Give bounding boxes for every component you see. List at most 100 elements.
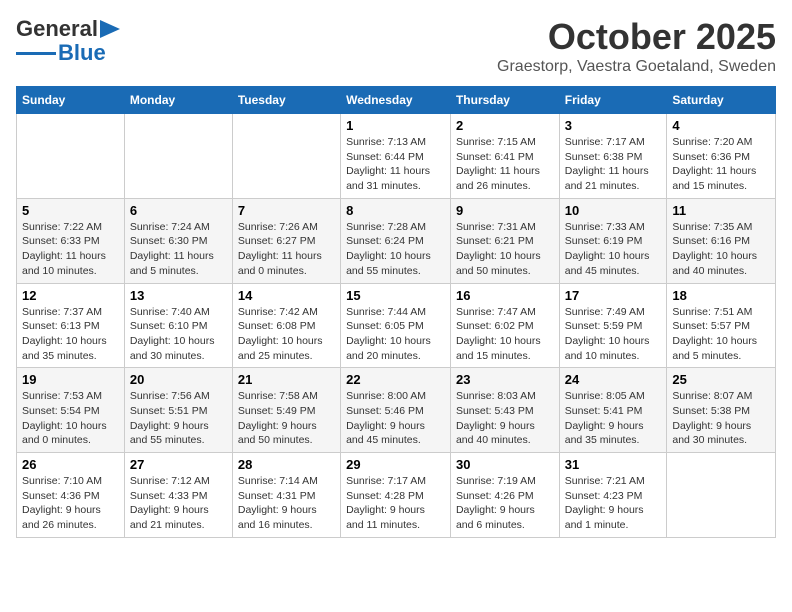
header-monday: Monday <box>124 87 232 114</box>
day-number: 27 <box>130 457 227 472</box>
calendar-cell: 25 Sunrise: 8:07 AM Sunset: 5:38 PM Dayli… <box>667 368 776 453</box>
day-number: 9 <box>456 203 554 218</box>
day-info: Sunrise: 7:31 AM Sunset: 6:21 PM Dayligh… <box>456 220 554 279</box>
day-info: Sunrise: 8:00 AM Sunset: 5:46 PM Dayligh… <box>346 389 445 448</box>
calendar-cell: 26 Sunrise: 7:10 AM Sunset: 4:36 PM Dayli… <box>17 453 125 538</box>
calendar-cell: 18 Sunrise: 7:51 AM Sunset: 5:57 PM Dayli… <box>667 283 776 368</box>
day-info: Sunrise: 7:21 AM Sunset: 4:23 PM Dayligh… <box>565 474 662 533</box>
day-info: Sunrise: 7:42 AM Sunset: 6:08 PM Dayligh… <box>238 305 335 364</box>
day-info: Sunrise: 7:33 AM Sunset: 6:19 PM Dayligh… <box>565 220 662 279</box>
calendar-cell <box>124 114 232 199</box>
day-number: 10 <box>565 203 662 218</box>
day-number: 4 <box>672 118 770 133</box>
header-thursday: Thursday <box>450 87 559 114</box>
calendar-cell: 4 Sunrise: 7:20 AM Sunset: 6:36 PM Daylig… <box>667 114 776 199</box>
day-number: 31 <box>565 457 662 472</box>
day-info: Sunrise: 7:12 AM Sunset: 4:33 PM Dayligh… <box>130 474 227 533</box>
day-info: Sunrise: 7:51 AM Sunset: 5:57 PM Dayligh… <box>672 305 770 364</box>
calendar-cell: 2Sunrise: 7:15 AM Sunset: 6:41 PM Daylig… <box>450 114 559 199</box>
calendar-cell: 21Sunrise: 7:58 AM Sunset: 5:49 PM Dayli… <box>232 368 340 453</box>
day-info: Sunrise: 7:24 AM Sunset: 6:30 PM Dayligh… <box>130 220 227 279</box>
calendar-cell: 12 Sunrise: 7:37 AM Sunset: 6:13 PM Dayli… <box>17 283 125 368</box>
header-wednesday: Wednesday <box>341 87 451 114</box>
page-header: General Blue October 2025 Graestorp, Vae… <box>16 16 776 76</box>
header-saturday: Saturday <box>667 87 776 114</box>
calendar-cell: 15Sunrise: 7:44 AM Sunset: 6:05 PM Dayli… <box>341 283 451 368</box>
calendar-cell: 5 Sunrise: 7:22 AM Sunset: 6:33 PM Daylig… <box>17 198 125 283</box>
day-number: 28 <box>238 457 335 472</box>
logo-text-blue: Blue <box>58 40 106 66</box>
title-block: October 2025 Graestorp, Vaestra Goetalan… <box>497 16 776 76</box>
day-number: 19 <box>22 372 119 387</box>
calendar-cell: 9 Sunrise: 7:31 AM Sunset: 6:21 PM Daylig… <box>450 198 559 283</box>
header-sunday: Sunday <box>17 87 125 114</box>
day-number: 3 <box>565 118 662 133</box>
week-row-5: 26 Sunrise: 7:10 AM Sunset: 4:36 PM Dayli… <box>17 453 776 538</box>
calendar-cell: 16Sunrise: 7:47 AM Sunset: 6:02 PM Dayli… <box>450 283 559 368</box>
calendar-cell: 7Sunrise: 7:26 AM Sunset: 6:27 PM Daylig… <box>232 198 340 283</box>
day-number: 20 <box>130 372 227 387</box>
day-number: 29 <box>346 457 445 472</box>
calendar-cell: 3 Sunrise: 7:17 AM Sunset: 6:38 PM Daylig… <box>559 114 667 199</box>
calendar-cell <box>17 114 125 199</box>
day-info: Sunrise: 7:19 AM Sunset: 4:26 PM Dayligh… <box>456 474 554 533</box>
calendar-cell: 10 Sunrise: 7:33 AM Sunset: 6:19 PM Dayli… <box>559 198 667 283</box>
day-info: Sunrise: 7:20 AM Sunset: 6:36 PM Dayligh… <box>672 135 770 194</box>
day-info: Sunrise: 8:03 AM Sunset: 5:43 PM Dayligh… <box>456 389 554 448</box>
calendar-cell: 23Sunrise: 8:03 AM Sunset: 5:43 PM Dayli… <box>450 368 559 453</box>
day-number: 30 <box>456 457 554 472</box>
calendar-cell: 31 Sunrise: 7:21 AM Sunset: 4:23 PM Dayli… <box>559 453 667 538</box>
calendar-cell: 8Sunrise: 7:28 AM Sunset: 6:24 PM Daylig… <box>341 198 451 283</box>
calendar-cell: 28 Sunrise: 7:14 AM Sunset: 4:31 PM Dayli… <box>232 453 340 538</box>
day-number: 2 <box>456 118 554 133</box>
day-info: Sunrise: 7:17 AM Sunset: 6:38 PM Dayligh… <box>565 135 662 194</box>
header-friday: Friday <box>559 87 667 114</box>
calendar-cell <box>667 453 776 538</box>
day-number: 18 <box>672 288 770 303</box>
calendar-cell: 22Sunrise: 8:00 AM Sunset: 5:46 PM Dayli… <box>341 368 451 453</box>
calendar-cell: 13 Sunrise: 7:40 AM Sunset: 6:10 PM Dayli… <box>124 283 232 368</box>
calendar-cell: 17Sunrise: 7:49 AM Sunset: 5:59 PM Dayli… <box>559 283 667 368</box>
day-number: 15 <box>346 288 445 303</box>
day-info: Sunrise: 8:07 AM Sunset: 5:38 PM Dayligh… <box>672 389 770 448</box>
day-number: 12 <box>22 288 119 303</box>
day-number: 25 <box>672 372 770 387</box>
calendar-cell: 11 Sunrise: 7:35 AM Sunset: 6:16 PM Dayli… <box>667 198 776 283</box>
day-number: 17 <box>565 288 662 303</box>
calendar-cell: 27 Sunrise: 7:12 AM Sunset: 4:33 PM Dayli… <box>124 453 232 538</box>
day-info: Sunrise: 7:14 AM Sunset: 4:31 PM Dayligh… <box>238 474 335 533</box>
calendar-cell: 30 Sunrise: 7:19 AM Sunset: 4:26 PM Dayli… <box>450 453 559 538</box>
calendar-cell: 24 Sunrise: 8:05 AM Sunset: 5:41 PM Dayli… <box>559 368 667 453</box>
logo: General Blue <box>16 16 120 66</box>
day-info: Sunrise: 7:56 AM Sunset: 5:51 PM Dayligh… <box>130 389 227 448</box>
day-number: 5 <box>22 203 119 218</box>
calendar-cell: 29 Sunrise: 7:17 AM Sunset: 4:28 PM Dayli… <box>341 453 451 538</box>
day-info: Sunrise: 7:35 AM Sunset: 6:16 PM Dayligh… <box>672 220 770 279</box>
day-info: Sunrise: 7:28 AM Sunset: 6:24 PM Dayligh… <box>346 220 445 279</box>
calendar-cell: 14 Sunrise: 7:42 AM Sunset: 6:08 PM Dayli… <box>232 283 340 368</box>
day-info: Sunrise: 7:26 AM Sunset: 6:27 PM Dayligh… <box>238 220 335 279</box>
day-info: Sunrise: 7:40 AM Sunset: 6:10 PM Dayligh… <box>130 305 227 364</box>
calendar-body: 1Sunrise: 7:13 AM Sunset: 6:44 PM Daylig… <box>17 114 776 538</box>
logo-arrow-icon <box>100 20 120 38</box>
day-info: Sunrise: 7:10 AM Sunset: 4:36 PM Dayligh… <box>22 474 119 533</box>
day-number: 26 <box>22 457 119 472</box>
day-number: 14 <box>238 288 335 303</box>
day-info: Sunrise: 7:22 AM Sunset: 6:33 PM Dayligh… <box>22 220 119 279</box>
day-number: 13 <box>130 288 227 303</box>
calendar-cell: 6 Sunrise: 7:24 AM Sunset: 6:30 PM Daylig… <box>124 198 232 283</box>
week-row-4: 19Sunrise: 7:53 AM Sunset: 5:54 PM Dayli… <box>17 368 776 453</box>
day-info: Sunrise: 7:58 AM Sunset: 5:49 PM Dayligh… <box>238 389 335 448</box>
day-info: Sunrise: 7:13 AM Sunset: 6:44 PM Dayligh… <box>346 135 445 194</box>
week-row-3: 12 Sunrise: 7:37 AM Sunset: 6:13 PM Dayli… <box>17 283 776 368</box>
day-number: 24 <box>565 372 662 387</box>
logo-text-general: General <box>16 16 98 42</box>
calendar-subtitle: Graestorp, Vaestra Goetaland, Sweden <box>497 58 776 76</box>
day-info: Sunrise: 7:37 AM Sunset: 6:13 PM Dayligh… <box>22 305 119 364</box>
day-info: Sunrise: 7:17 AM Sunset: 4:28 PM Dayligh… <box>346 474 445 533</box>
day-info: Sunrise: 8:05 AM Sunset: 5:41 PM Dayligh… <box>565 389 662 448</box>
day-number: 11 <box>672 203 770 218</box>
day-number: 6 <box>130 203 227 218</box>
calendar-cell: 20 Sunrise: 7:56 AM Sunset: 5:51 PM Dayli… <box>124 368 232 453</box>
calendar-cell: 1Sunrise: 7:13 AM Sunset: 6:44 PM Daylig… <box>341 114 451 199</box>
